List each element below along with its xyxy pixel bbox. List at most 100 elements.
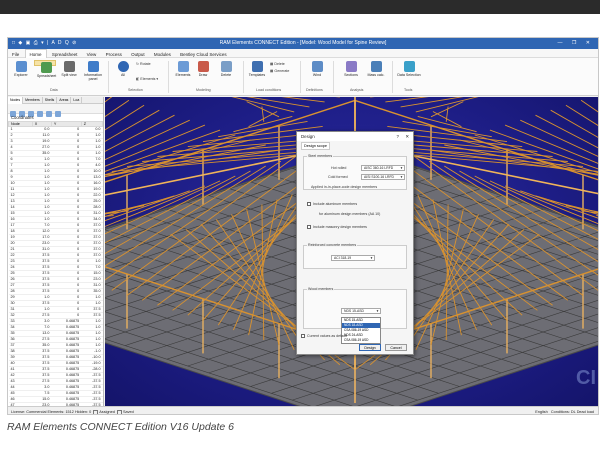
status-bar: License: Commercial Elements: 1512 Hidde… [8, 406, 598, 414]
table-cell[interactable]: 49 [9, 415, 33, 416]
tab-members[interactable]: Members [23, 97, 43, 104]
group-title: Steel members [307, 154, 334, 158]
table-cell[interactable]: 0.46875 [51, 415, 81, 416]
sort-icon[interactable] [37, 111, 43, 117]
checkbox-icon [301, 334, 305, 339]
status-left: License: Commercial Elements: 1512 Hidde… [11, 409, 134, 414]
units-selector[interactable]: English [535, 410, 547, 414]
figure-caption: RAM Elements CONNECT Edition V16 Update … [7, 421, 235, 433]
wind-icon [311, 61, 323, 72]
sections-button[interactable]: Sections [340, 60, 362, 86]
draw-button[interactable]: Elements [172, 60, 194, 86]
aluminum-note: for aluminum design members (AA 10) [319, 212, 381, 216]
chevron-down-icon: ▼ [370, 256, 373, 260]
dialog-title: Design [301, 134, 315, 139]
generate-button[interactable]: ▦ Generate [270, 69, 289, 73]
saved-icon [116, 409, 122, 414]
add-edit-button[interactable]: Templates [246, 60, 268, 86]
data-panel: Nodes Members Shells Areas Loa Coordinates N… [8, 97, 104, 414]
elements-dropdown[interactable]: ◧ Elements ▾ [136, 77, 158, 81]
design-button[interactable]: Design [359, 344, 381, 351]
cancel-button[interactable]: Cancel [385, 344, 407, 351]
table-cell[interactable]: 35.0 [32, 415, 51, 416]
tab-shells[interactable]: Shells [43, 97, 58, 104]
data-selection-button[interactable]: Data Selection [396, 60, 422, 86]
small-delete-button[interactable]: ▦ Delete [270, 62, 285, 66]
rafter [105, 99, 130, 118]
chevron-down-icon: ▼ [376, 309, 379, 313]
dialog-title-bar: Design ? ✕ [297, 132, 413, 141]
explorer-button[interactable]: Explorer [10, 60, 32, 86]
rafter [550, 109, 598, 138]
rafter [597, 97, 598, 98]
hot-rolled-select[interactable]: AISC 360-16 LRFD ▼ [361, 165, 405, 171]
table-row[interactable]: 4935.00.46875-37.5 [9, 415, 103, 416]
help-icon[interactable]: ? [397, 132, 399, 141]
ribbon-separator [243, 61, 244, 93]
group-label-load-conditions: Load conditions [256, 88, 282, 92]
information-panel-button[interactable]: Information panel [81, 60, 105, 86]
select-all-button[interactable]: All [112, 60, 134, 86]
templates-button[interactable]: Delete [214, 60, 238, 86]
delete-button[interactable]: Draw [192, 60, 214, 86]
concrete-select[interactable]: ACI 318-19 ▼ [331, 255, 375, 261]
rafter [105, 119, 190, 161]
aluminum-checkbox[interactable]: Include aluminum members [307, 202, 357, 207]
information-icon [87, 61, 99, 72]
ribbon: Explorer Spreadsheet Split view Informat… [8, 58, 598, 96]
wind-button[interactable]: Wind [306, 60, 328, 86]
rotate-button[interactable]: ↻ Rotate [136, 62, 151, 66]
ribbon-separator [333, 61, 334, 93]
rafter [520, 119, 598, 157]
filter-icon[interactable] [46, 111, 52, 117]
window-controls[interactable]: — ❐ ✕ [558, 38, 594, 49]
ribbon-separator [108, 61, 109, 93]
delete-icon [197, 61, 209, 72]
tab-loads[interactable]: Loa [71, 97, 83, 104]
settings-icon[interactable] [55, 111, 61, 117]
group-label-analysis: Analysis [350, 88, 364, 92]
group-title: Wood members [307, 287, 335, 291]
group-label-selection: Selection [128, 88, 143, 92]
dialog-tabs: Design scope [297, 141, 413, 150]
close-icon[interactable]: ✕ [405, 132, 409, 141]
cold-formed-label: Cold formed [328, 175, 348, 179]
templates-icon [220, 61, 232, 72]
sections-icon [345, 61, 357, 72]
draw-icon [177, 61, 189, 72]
tab-areas[interactable]: Areas [57, 97, 72, 104]
cold-formed-select[interactable]: AISI S100-16 LRFD ▼ [361, 174, 405, 180]
spreadsheet-icon [40, 62, 52, 73]
wood-select[interactable]: NDS 15-ASD ▼ [341, 308, 381, 314]
tab-nodes[interactable]: Nodes [8, 97, 24, 104]
panel-tabs: Nodes Members Shells Areas Loa [8, 97, 103, 104]
masonry-checkbox[interactable]: Include masonry design members [307, 225, 367, 230]
checkbox-icon [307, 225, 311, 230]
tab-design-scope[interactable]: Design scope [301, 142, 331, 150]
default-checkbox[interactable]: Current values as default [301, 334, 347, 339]
split-view-button[interactable]: Split view [58, 60, 80, 86]
title-bar: □ ◆ ▣ ⎙ ▾ | A D Q ⊘ RAM Elements CONNECT… [8, 38, 598, 49]
status-right: English Conditions: DL Dead load [535, 410, 594, 414]
spreadsheet-button[interactable]: Spreadsheet [34, 60, 56, 78]
option-item[interactable]: CSA 086-19 ASD [342, 338, 380, 343]
ribbon-separator [300, 61, 301, 93]
table-cell[interactable]: -37.5 [81, 415, 102, 416]
group-label-definitions: Definitions [306, 88, 323, 92]
add-edit-icon [251, 61, 263, 72]
design-dialog: Design ? ✕ Design scope Steel members Ho… [296, 131, 414, 355]
condition-selector[interactable]: DL Dead load [571, 410, 594, 414]
select-all-icon [117, 61, 129, 72]
menu-bar: File Home Spreadsheet View Process Outpu… [8, 49, 598, 59]
table-body: 1 0.0 0 0.0 2 11.0 0 1.0 3 19.0 0 1.0 4 27.0 0 1.0 5 35.0… [8, 126, 103, 416]
panel-toolbar [8, 104, 103, 117]
mass-calc-button[interactable]: Mass calc. [364, 60, 388, 86]
note-text: Applied in-in-place-code design members [311, 185, 378, 189]
hot-rolled-label: Hot rolled [331, 166, 347, 170]
rafter [105, 97, 113, 103]
wood-options-list: NDS 15-ASD NDS 18-ASD CSA 086-19 ASD NDS… [341, 317, 381, 344]
mass-calc-icon [370, 61, 382, 72]
checkbox-icon [307, 202, 311, 207]
split-view-icon [63, 61, 75, 72]
group-label-tools: Tools [404, 88, 413, 92]
